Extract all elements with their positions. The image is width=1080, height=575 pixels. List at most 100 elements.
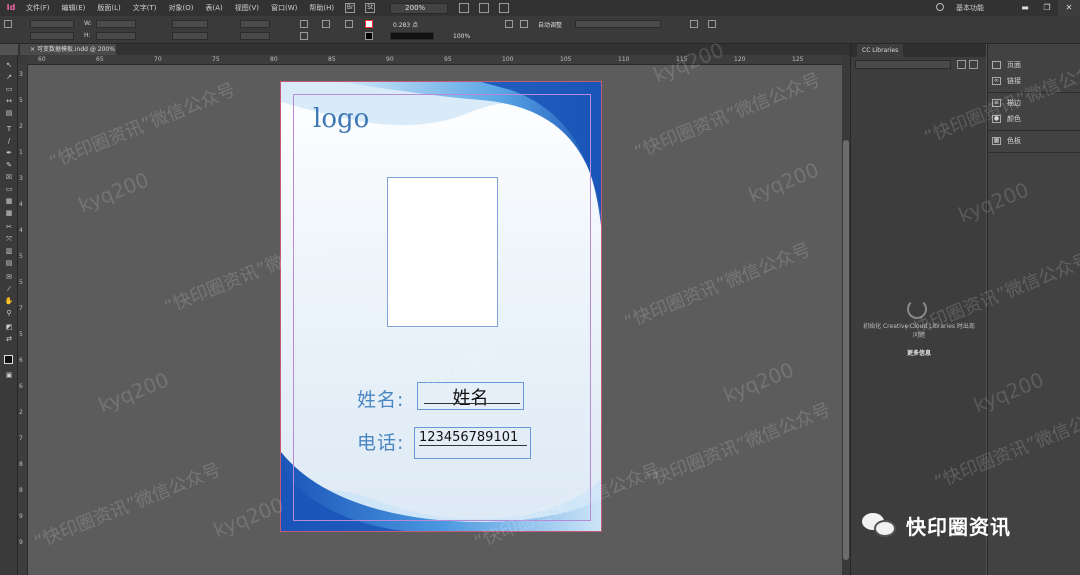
fit-content-icon[interactable] (505, 20, 513, 28)
id-card-page[interactable]: logo 姓名: 姓名 电话: 123456789101 (280, 81, 602, 532)
flip-vertical-icon[interactable] (300, 32, 308, 40)
reference-point-icon[interactable] (4, 20, 12, 28)
menu-type[interactable]: 文字(T) (127, 0, 163, 16)
close-button[interactable]: ✕ (1058, 0, 1080, 16)
ruler-tick-label: 4 (19, 227, 23, 234)
more-info-link[interactable]: 更多信息 (851, 348, 987, 357)
swap-colors-icon[interactable]: ⇄ (4, 335, 14, 343)
dock-item-pages[interactable]: 页面 (992, 58, 1077, 72)
menu-window[interactable]: 窗口(W) (265, 0, 303, 16)
bridge-button[interactable]: Br (345, 3, 356, 13)
hand-tool-icon[interactable]: ✋ (4, 297, 14, 305)
stroke-black-swatch[interactable] (365, 32, 373, 40)
fill-none-swatch[interactable] (365, 20, 373, 28)
menu-help[interactable]: 帮助(H) (303, 0, 340, 16)
name-value[interactable]: 姓名 (418, 384, 523, 410)
table-tool-icon[interactable]: ▦ (4, 197, 14, 205)
pencil-tool-icon[interactable]: ✎ (4, 161, 14, 169)
selection-tool-icon[interactable]: ↖ (4, 61, 14, 69)
vertical-scrollbar[interactable] (842, 55, 850, 575)
arrange-documents-icon[interactable] (499, 3, 510, 13)
ruler-tick-label: 3 (19, 71, 23, 78)
rectangle-tool-icon[interactable]: ▭ (4, 185, 14, 193)
phone-value[interactable]: 123456789101 (419, 430, 518, 445)
ruler-origin[interactable] (18, 55, 28, 65)
gradient-swatch-tool-icon[interactable]: ▥ (4, 247, 14, 255)
horizontal-ruler[interactable]: 60 65 70 75 80 85 90 95 100 105 110 115 120 125 (28, 55, 842, 65)
restore-button[interactable]: ❐ (1036, 0, 1058, 16)
menu-table[interactable]: 表(A) (200, 0, 229, 16)
dock-item-label: 色板 (1007, 137, 1021, 145)
shear-field[interactable] (240, 32, 270, 40)
direct-selection-tool-icon[interactable]: ↗ (4, 73, 14, 81)
note-tool-icon[interactable]: ✉ (4, 273, 14, 281)
scissors-tool-icon[interactable]: ✂ (4, 223, 14, 231)
grid-view-icon[interactable] (957, 60, 966, 69)
library-select[interactable] (855, 60, 951, 69)
align-icon[interactable] (690, 20, 698, 28)
eyedropper-tool-icon[interactable]: ⁄ (4, 285, 14, 293)
rotate-field[interactable] (240, 20, 270, 28)
dock-item-swatches[interactable]: ▦ 色板 (992, 134, 1077, 148)
stroke-weight-value[interactable]: 0.283 点 (393, 20, 418, 29)
list-view-icon[interactable] (969, 60, 978, 69)
pen-tool-icon[interactable]: ✒ (4, 149, 14, 157)
auto-fit-checkbox[interactable]: 自动调整 (538, 20, 562, 29)
stock-button[interactable]: St (365, 3, 376, 13)
menu-file[interactable]: 文件(F) (20, 0, 56, 16)
view-options-icon[interactable] (459, 3, 470, 13)
phone-text-frame[interactable]: 123456789101 (414, 427, 531, 459)
logo-placeholder[interactable]: logo (313, 104, 369, 134)
stroke-type-select[interactable] (390, 32, 434, 40)
zoom-level-select[interactable]: 200% (390, 2, 449, 14)
menu-view[interactable]: 视图(V) (229, 0, 265, 16)
width-field[interactable] (96, 20, 136, 28)
minimize-button[interactable]: ▬ (1014, 0, 1036, 16)
object-style-select[interactable] (575, 20, 661, 28)
select-prev-icon[interactable] (345, 20, 353, 28)
x-position-field[interactable] (30, 20, 74, 28)
cc-libraries-tab[interactable]: CC Libraries (857, 44, 904, 57)
content-collector-icon[interactable]: ▤ (4, 109, 14, 117)
screen-mode-icon[interactable] (479, 3, 490, 13)
gap-tool-icon[interactable]: ↔ (4, 97, 14, 105)
rectangle-frame-tool-icon[interactable]: ☒ (4, 173, 14, 181)
document-tab[interactable]: × 可变数据模板.indd @ 200% (20, 44, 116, 55)
document-canvas[interactable]: logo 姓名: 姓名 电话: 123456789101 (28, 65, 842, 575)
scale-y-field[interactable] (172, 32, 208, 40)
free-transform-tool-icon[interactable]: ⤧ (4, 235, 14, 243)
default-colors-icon[interactable]: ◩ (4, 323, 14, 331)
workspace-switcher[interactable]: 基本功能 (956, 0, 984, 16)
type-tool-icon[interactable]: T (4, 125, 14, 133)
screen-mode-tool-icon[interactable]: ▣ (4, 371, 14, 379)
dock-divider (988, 92, 1080, 93)
flip-horizontal-icon[interactable] (300, 20, 308, 28)
name-text-frame[interactable]: 姓名 (417, 382, 524, 410)
zoom-tool-icon[interactable]: ⚲ (4, 309, 14, 317)
dock-item-links[interactable]: ∞ 链接 (992, 74, 1077, 88)
distribute-icon[interactable] (708, 20, 716, 28)
photo-frame[interactable] (387, 177, 498, 327)
search-icon[interactable] (936, 3, 944, 11)
scrollbar-thumb[interactable] (843, 140, 849, 560)
ruler-tick-label: 110 (618, 56, 630, 63)
y-position-field[interactable] (30, 32, 74, 40)
grid-tool-icon[interactable]: ▦ (4, 209, 14, 217)
page-tool-icon[interactable]: ▭ (4, 85, 14, 93)
dock-item-color[interactable]: ● 颜色 (992, 112, 1077, 126)
tab-close-icon[interactable]: × (30, 46, 35, 53)
height-field[interactable] (96, 32, 136, 40)
select-container-icon[interactable] (322, 20, 330, 28)
dock-item-stroke[interactable]: ≡ 描边 (992, 96, 1077, 110)
scale-x-field[interactable] (172, 20, 208, 28)
ruler-tick-label: 75 (212, 56, 220, 63)
fit-frame-icon[interactable] (520, 20, 528, 28)
line-tool-icon[interactable]: / (4, 137, 14, 145)
opacity-value[interactable]: 100% (453, 33, 470, 40)
menu-layout[interactable]: 版面(L) (91, 0, 126, 16)
menu-object[interactable]: 对象(O) (163, 0, 200, 16)
gradient-feather-tool-icon[interactable]: ▤ (4, 259, 14, 267)
menu-edit[interactable]: 编辑(E) (56, 0, 92, 16)
fill-stroke-swatch[interactable] (4, 355, 13, 364)
vertical-ruler[interactable]: 3 5 2 1 3 4 4 5 5 7 5 6 6 2 7 8 8 9 9 (18, 65, 28, 575)
